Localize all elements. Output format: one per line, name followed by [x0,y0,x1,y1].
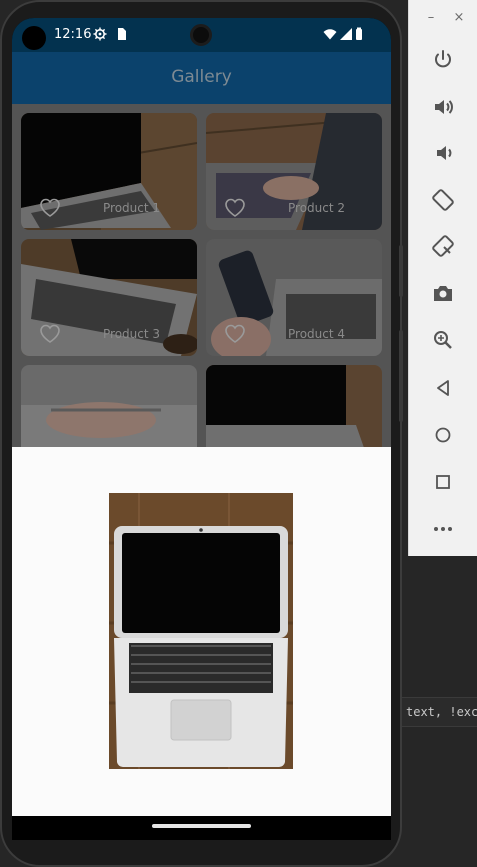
heart-icon[interactable] [224,198,246,218]
product-label: Product 4 [288,327,346,341]
product-card[interactable]: Product 1 [21,113,197,230]
app-bar: Gallery [12,52,391,104]
power-icon[interactable] [431,48,455,72]
minimize-button[interactable]: – [423,10,439,26]
screenshot-icon[interactable] [431,281,455,305]
phone-screen: 12:16 Gallery Product 1 Product 2 Produc… [12,18,391,840]
status-time: 12:16 [54,27,92,42]
zoom-icon[interactable] [431,328,455,352]
product-card[interactable] [21,365,197,447]
notch-camera [190,24,212,46]
product-preview-sheet [12,447,391,816]
product-label: Product 1 [103,201,161,215]
volume-up-icon[interactable] [431,95,455,119]
wifi-icon [323,27,337,41]
heart-icon[interactable] [224,324,246,344]
navigation-bar [12,816,391,840]
phone-side-button [399,245,403,297]
preview-image[interactable] [109,493,293,769]
sim-card-icon [114,27,128,41]
close-button[interactable]: × [451,10,467,26]
settings-icon [93,27,107,41]
product-label: Product 3 [103,327,161,341]
back-icon[interactable] [431,376,455,400]
phone-volume-button [399,330,403,422]
more-icon[interactable] [431,517,455,541]
front-camera-cutout [22,26,46,50]
product-label: Product 2 [288,201,346,215]
emulator-toolbar: – × [408,0,477,556]
page-title: Gallery [171,67,232,87]
battery-icon [355,27,365,41]
rotate-left-icon[interactable] [431,188,455,212]
status-bar: 12:16 [12,18,391,52]
product-card[interactable] [206,365,382,447]
product-card[interactable]: Product 2 [206,113,382,230]
heart-icon[interactable] [39,324,61,344]
product-card[interactable]: Product 3 [21,239,197,356]
product-card[interactable]: Product 4 [206,239,382,356]
rotate-right-icon[interactable] [431,234,455,258]
overview-icon[interactable] [431,470,455,494]
home-gesture-bar[interactable] [152,824,251,828]
home-icon[interactable] [431,423,455,447]
product-grid: Product 1 Product 2 Product 3 Product 4 [12,104,391,447]
heart-icon[interactable] [39,198,61,218]
product-photo [206,365,382,447]
product-photo [21,365,197,447]
signal-icon [339,27,353,41]
volume-down-icon[interactable] [431,141,455,165]
ide-code-snippet: text, !exclu [402,697,477,727]
